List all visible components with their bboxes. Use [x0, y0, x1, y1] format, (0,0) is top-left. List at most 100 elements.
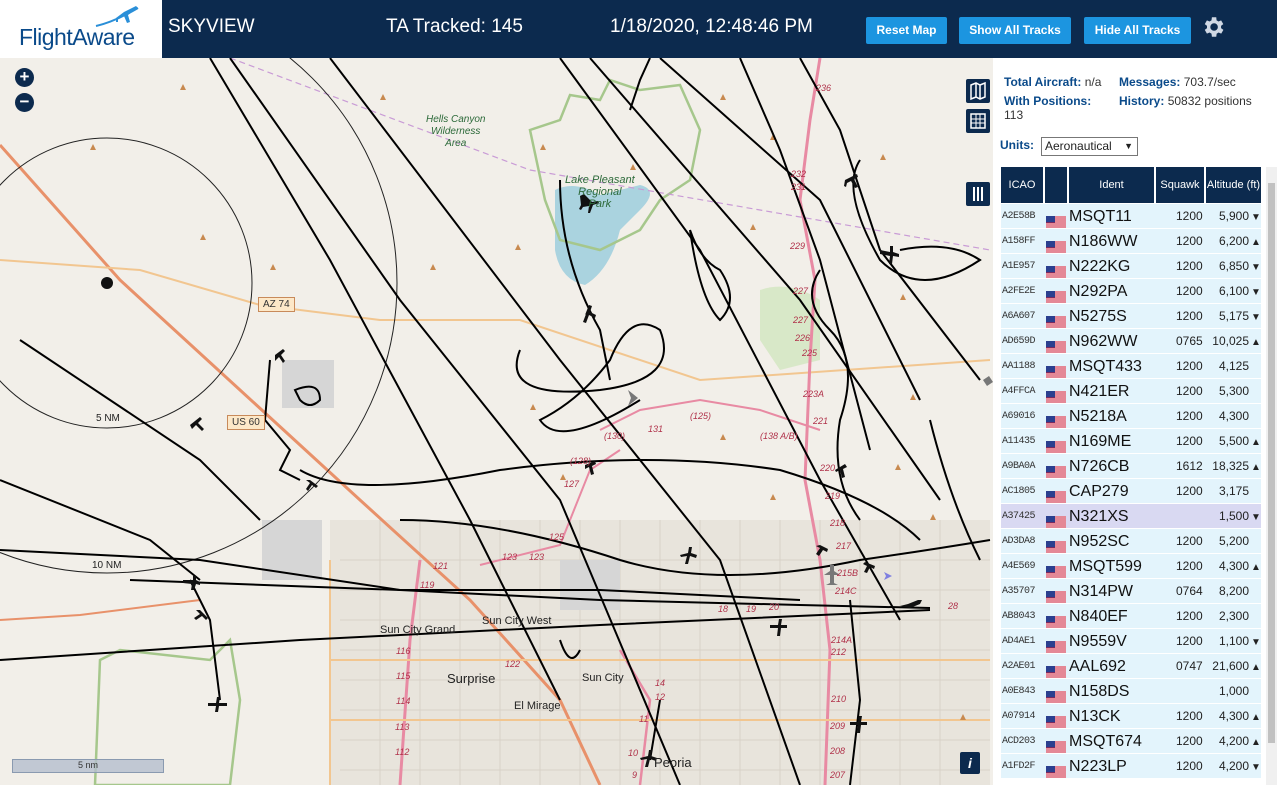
altitude-cell: 6,100 ▼: [1209, 279, 1261, 304]
table-row[interactable]: A07914 N13CK 1200 4,300 ▲: [1001, 704, 1261, 729]
ident-cell: N952SC: [1069, 533, 1130, 550]
us-flag-icon: [1046, 336, 1066, 353]
gear-icon[interactable]: [1200, 14, 1226, 40]
reset-map-button[interactable]: Reset Map: [866, 17, 947, 44]
icao-cell: A1FD2F: [1002, 761, 1036, 772]
map-layers-button[interactable]: [966, 79, 990, 103]
icao-cell: A1E957: [1002, 261, 1036, 272]
info-button[interactable]: i: [960, 752, 980, 774]
total-aircraft-stat: Total Aircraft: n/a: [1004, 75, 1101, 89]
table-row[interactable]: AD3DA8 N952SC 1200 5,200: [1001, 529, 1261, 554]
flightaware-logo[interactable]: FlightAware: [0, 0, 162, 58]
altitude-value: 10,025: [1212, 334, 1249, 348]
table-row[interactable]: A1E957 N222KG 1200 6,850 ▼: [1001, 254, 1261, 279]
table-row[interactable]: A4E569 MSQT599 1200 4,300 ▲: [1001, 554, 1261, 579]
park-label-hells-canyon: Hells Canyon Wilderness Area: [426, 114, 486, 149]
road-label-az74: AZ 74: [258, 297, 295, 312]
squawk-cell: 1200: [1176, 209, 1203, 223]
icao-cell: A4FFCA: [1002, 386, 1036, 397]
table-row[interactable]: AD4AE1 N9559V 1200 1,100 ▼: [1001, 629, 1261, 654]
road-label-us60: US 60: [227, 415, 265, 430]
exit-label: (138 A/B): [760, 431, 798, 441]
altitude-cell: 5,500 ▲: [1209, 429, 1261, 454]
show-all-tracks-button[interactable]: Show All Tracks: [959, 17, 1071, 44]
table-row[interactable]: A4FFCA N421ER 1200 5,300: [1001, 379, 1261, 404]
table-row[interactable]: AA1188 MSQT433 1200 4,125: [1001, 354, 1261, 379]
zoom-out-button[interactable]: −: [15, 93, 34, 112]
exit-label: 232: [791, 169, 807, 179]
altitude-value: 8,200: [1218, 584, 1249, 598]
column-header-flag[interactable]: [1045, 167, 1067, 203]
exit-label: 20: [769, 602, 780, 612]
aircraft-panel: Total Aircraft: n/a Messages: 703.7/sec …: [993, 58, 1277, 785]
table-row[interactable]: AD659D N962WW 0765 10,025 ▲: [1001, 329, 1261, 354]
exit-label: 219: [825, 491, 841, 501]
table-row[interactable]: A69016 N5218A 1200 4,300: [1001, 404, 1261, 429]
column-header-squawk[interactable]: Squawk: [1156, 167, 1204, 203]
squawk-cell: 1200: [1176, 409, 1203, 423]
column-header-ident[interactable]: Ident: [1069, 167, 1154, 203]
altitude-cell: 4,300 ▲: [1209, 554, 1261, 579]
table-row[interactable]: A1FD2F N223LP 1200 4,200 ▼: [1001, 754, 1261, 779]
icao-cell: A35707: [1002, 586, 1036, 597]
exit-label: 119: [420, 580, 435, 590]
dropdown-arrow-icon: ▼: [1124, 141, 1133, 151]
table-row[interactable]: A0E843 N158DS 1,000: [1001, 679, 1261, 704]
ident-cell: N5275S: [1069, 308, 1127, 325]
altitude-trend-icon: ▼: [1251, 312, 1261, 323]
altitude-cell: 5,175 ▼: [1209, 304, 1261, 329]
total-aircraft-value: n/a: [1084, 75, 1102, 89]
squawk-cell: 1612: [1176, 459, 1203, 473]
table-row[interactable]: A37425 N321XS 1,500 ▼: [1001, 504, 1261, 529]
hide-all-tracks-button[interactable]: Hide All Tracks: [1084, 17, 1191, 44]
exit-label: 218: [830, 518, 846, 528]
table-row[interactable]: A158FF N186WW 1200 6,200 ▲: [1001, 229, 1261, 254]
table-row[interactable]: ACD203 MSQT674 1200 4,200 ▲: [1001, 729, 1261, 754]
exit-label: 18: [718, 604, 729, 614]
altitude-value: 6,200: [1218, 234, 1249, 248]
city-label-peoria: Peoria: [654, 755, 692, 770]
icao-cell: A11435: [1002, 436, 1036, 447]
us-flag-icon: [1046, 661, 1066, 678]
table-row[interactable]: A9BA0A N726CB 1612 18,325 ▲: [1001, 454, 1261, 479]
units-select[interactable]: Aeronautical ▼: [1041, 137, 1138, 156]
table-row[interactable]: A2E58B MSQT11 1200 5,900 ▼: [1001, 204, 1261, 229]
map-canvas[interactable]: + − Hells Canyon Wilderness Area Lake Pl…: [0, 58, 993, 785]
altitude-value: 4,200: [1218, 734, 1249, 748]
us-flag-icon: [1046, 361, 1066, 378]
city-label-surprise: Surprise: [447, 671, 496, 686]
exit-label: 229: [790, 241, 806, 251]
zoom-in-button[interactable]: +: [15, 68, 34, 87]
table-row[interactable]: A2FE2E N292PA 1200 6,100 ▼: [1001, 279, 1261, 304]
panel-scrollbar[interactable]: [1266, 167, 1277, 785]
table-row[interactable]: AB8043 N840EF 1200 2,300: [1001, 604, 1261, 629]
table-row[interactable]: A35707 N314PW 0764 8,200: [1001, 579, 1261, 604]
altitude-cell: 5,300: [1209, 379, 1259, 404]
us-flag-icon: [1046, 636, 1066, 653]
us-flag-icon: [1046, 261, 1066, 278]
altitude-value: 3,175: [1218, 484, 1249, 498]
altitude-cell: 21,600 ▲: [1209, 654, 1261, 679]
icao-cell: A9BA0A: [1002, 461, 1036, 472]
exit-label: 9: [632, 770, 638, 780]
panel-toggle-button[interactable]: [966, 182, 990, 206]
table-row[interactable]: AC1805 CAP279 1200 3,175: [1001, 479, 1261, 504]
grid-toggle-button[interactable]: [966, 109, 990, 133]
exit-label: 214A: [831, 635, 853, 645]
table-row[interactable]: A11435 N169ME 1200 5,500 ▲: [1001, 429, 1261, 454]
exit-label: 214C: [835, 586, 857, 596]
squawk-cell: 0747: [1176, 659, 1203, 673]
us-flag-icon: [1046, 686, 1066, 703]
altitude-cell: 5,900 ▼: [1209, 204, 1261, 229]
altitude-value: 5,500: [1218, 434, 1249, 448]
column-header-altitude[interactable]: Altitude (ft): [1206, 167, 1261, 203]
squawk-cell: 0764: [1176, 584, 1203, 598]
table-row[interactable]: A6A607 N5275S 1200 5,175 ▼: [1001, 304, 1261, 329]
icao-cell: A2FE2E: [1002, 286, 1036, 297]
icao-cell: A2AE01: [1002, 661, 1036, 672]
table-row[interactable]: A2AE01 AAL692 0747 21,600 ▲: [1001, 654, 1261, 679]
column-header-icao[interactable]: ICAO: [1001, 167, 1043, 203]
altitude-cell: 2,300: [1209, 604, 1259, 629]
squawk-cell: 1200: [1176, 759, 1203, 773]
scrollbar-thumb[interactable]: [1268, 183, 1275, 743]
